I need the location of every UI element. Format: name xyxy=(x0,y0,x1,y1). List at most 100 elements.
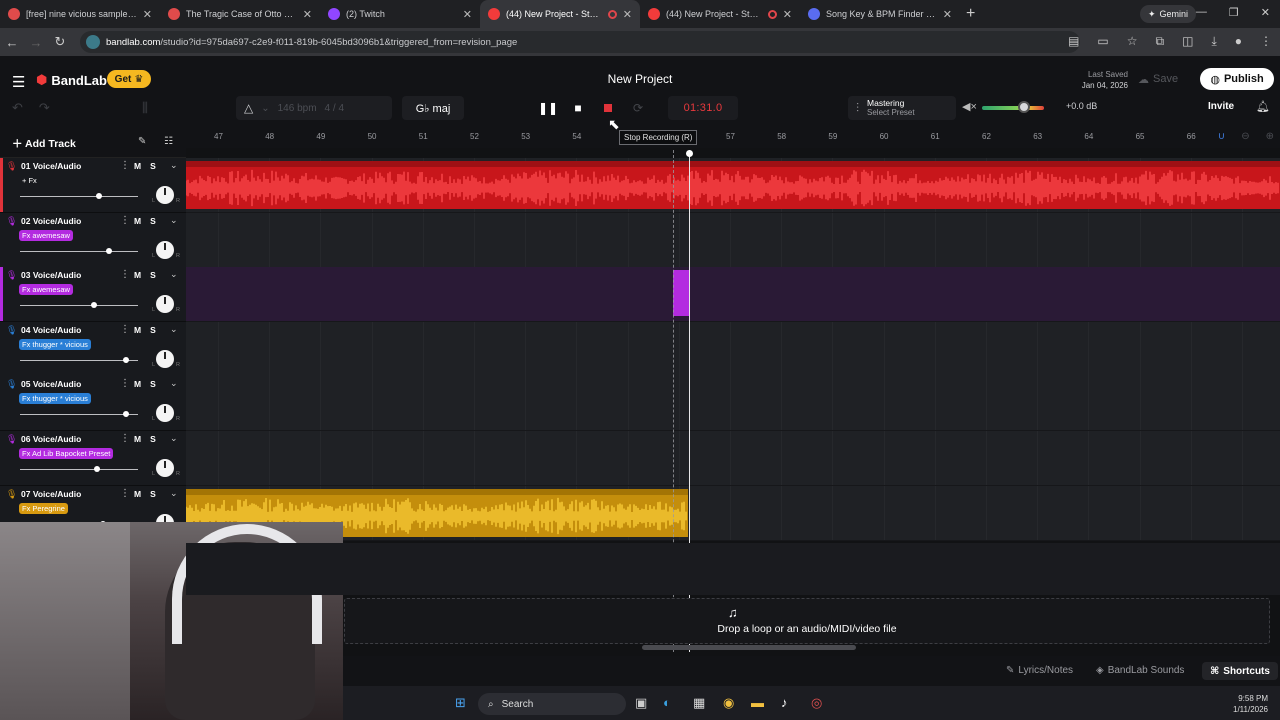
menu-icon[interactable]: ⋮ xyxy=(1260,34,1272,49)
save-button[interactable]: ☁ Save xyxy=(1138,70,1178,88)
chevron-down-icon[interactable]: ⌄ xyxy=(170,160,178,171)
track-options-icon[interactable]: ⋮ xyxy=(120,324,130,335)
grid-icon[interactable]: ⫼ xyxy=(142,100,148,116)
track-volume-slider[interactable] xyxy=(20,469,138,470)
snap-magnet-icon[interactable]: ∪ xyxy=(1218,131,1225,142)
timeline-ruler[interactable]: ∪ ⊖ ⊕ 4748495051525354555657585960616263… xyxy=(186,128,1280,148)
metronome-icon[interactable]: △ xyxy=(244,101,253,115)
recording-region[interactable] xyxy=(186,267,1280,321)
windows-start-icon[interactable]: ⊞ xyxy=(455,695,466,711)
fx-preset-badge[interactable]: Fx awemesaw xyxy=(19,230,73,241)
key-button[interactable]: G♭ maj xyxy=(402,96,464,120)
solo-button[interactable]: S xyxy=(150,325,156,335)
redo-icon[interactable]: ↷ xyxy=(39,100,50,116)
solo-button[interactable]: S xyxy=(150,489,156,499)
time-signature[interactable]: 4 / 4 xyxy=(325,103,344,114)
track-options-icon[interactable]: ⋮ xyxy=(120,433,130,444)
mute-button[interactable]: M xyxy=(134,216,141,226)
mute-button[interactable]: M xyxy=(134,325,141,335)
taskbar-search[interactable]: ⌕ Search xyxy=(478,693,626,715)
browser-tab[interactable]: (44) New Project - Studio ✕ xyxy=(480,0,640,28)
tab-close-icon[interactable]: ✕ xyxy=(463,8,472,21)
automation-icon[interactable]: ✎ xyxy=(138,136,146,147)
browser-tab[interactable]: (2) Twitch ✕ xyxy=(320,0,480,28)
track-volume-handle[interactable] xyxy=(123,411,130,417)
app-icon[interactable]: ◎ xyxy=(811,695,822,711)
add-track-button[interactable]: ＋ Add Track xyxy=(12,136,76,151)
track-volume-handle[interactable] xyxy=(105,248,112,254)
fx-preset-badge[interactable]: Fx thugger * vicious xyxy=(19,339,91,350)
browser-tab[interactable]: The Tragic Case of Otto Warmb ✕ xyxy=(160,0,320,28)
mute-button[interactable]: M xyxy=(134,270,141,280)
master-volume-handle[interactable] xyxy=(1018,101,1031,113)
microphone-icon[interactable]: 🎙︎ xyxy=(6,325,17,336)
metronome-dropdown-icon[interactable]: ⌄ xyxy=(261,103,269,114)
minimize-icon[interactable]: — xyxy=(1196,6,1207,19)
track-name[interactable]: 05 Voice/Audio xyxy=(21,379,81,389)
microphone-icon[interactable]: 🎙︎ xyxy=(6,489,17,500)
solo-button[interactable]: S xyxy=(150,379,156,389)
track-lane[interactable] xyxy=(186,431,1280,486)
store-icon[interactable]: ▦ xyxy=(693,695,705,711)
mixer-icon[interactable]: ☷ xyxy=(164,136,173,147)
track-options-icon[interactable]: ⋮ xyxy=(120,378,130,389)
reload-icon[interactable]: ↻ xyxy=(48,34,72,50)
track-header[interactable]: 🎙︎ 05 Voice/Audio ⋮ M S ⌄ Fx thugger * vicious… xyxy=(0,376,186,431)
sidebar-icon[interactable]: ◫ xyxy=(1182,34,1193,49)
mute-button[interactable]: M xyxy=(134,161,141,171)
cast-icon[interactable]: ▭ xyxy=(1097,34,1108,49)
chevron-down-icon[interactable]: ⌄ xyxy=(170,269,178,280)
project-title[interactable]: New Project xyxy=(540,72,740,86)
zoom-in-icon[interactable]: ⊕ xyxy=(1266,131,1274,142)
solo-button[interactable]: S xyxy=(150,216,156,226)
microphone-icon[interactable]: 🎙︎ xyxy=(6,270,17,281)
file-explorer-icon[interactable]: ▬ xyxy=(751,695,764,710)
track-volume-handle[interactable] xyxy=(93,466,100,472)
solo-button[interactable]: S xyxy=(150,161,156,171)
chevron-down-icon[interactable]: ⌄ xyxy=(170,324,178,335)
browser-tab[interactable]: Song Key & BPM Finder | Tuneb ✕ xyxy=(800,0,960,28)
bandlab-logo[interactable]: ⬢ BandLab xyxy=(36,72,107,88)
mute-button[interactable]: M xyxy=(134,489,141,499)
track-volume-handle[interactable] xyxy=(96,193,103,199)
track-name[interactable]: 02 Voice/Audio xyxy=(21,216,81,226)
bookmark-star-icon[interactable]: ☆ xyxy=(1127,34,1138,49)
fx-preset-badge[interactable]: Fx thugger * vicious xyxy=(19,393,91,404)
url-field[interactable]: bandlab.com/studio?id=975da697-c2e9-f011… xyxy=(80,31,1080,53)
track-volume-handle[interactable] xyxy=(91,302,98,308)
profile-icon[interactable]: ● xyxy=(1235,34,1242,49)
fx-preset-badge[interactable]: Fx awemesaw xyxy=(19,284,73,295)
track-volume-slider[interactable] xyxy=(20,360,138,361)
close-icon[interactable]: ✕ xyxy=(1261,6,1270,19)
track-volume-slider[interactable] xyxy=(20,414,138,415)
gemini-button[interactable]: ✦ Gemini xyxy=(1139,5,1196,23)
fx-preset-badge[interactable]: + Fx xyxy=(19,175,40,186)
chevron-down-icon[interactable]: ⌄ xyxy=(170,488,178,499)
publish-button[interactable]: ◍ Publish xyxy=(1200,68,1274,90)
back-icon[interactable]: ← xyxy=(0,35,24,50)
mute-button[interactable]: M xyxy=(134,379,141,389)
hamburger-menu-icon[interactable]: ☰ xyxy=(12,73,25,91)
edge-icon[interactable]: ◐ xyxy=(663,695,671,710)
track-header[interactable]: 🎙︎ 04 Voice/Audio ⋮ M S ⌄ Fx thugger * vicious… xyxy=(0,322,186,377)
microphone-icon[interactable]: 🎙︎ xyxy=(6,379,17,390)
tab-close-icon[interactable]: ✕ xyxy=(943,8,952,21)
recorded-segment[interactable] xyxy=(673,270,690,316)
new-tab-button[interactable]: + xyxy=(966,5,975,23)
track-options-icon[interactable]: ⋮ xyxy=(120,215,130,226)
extensions-icon[interactable]: ⧉ xyxy=(1156,34,1165,49)
track-lane[interactable] xyxy=(186,158,1280,213)
horizontal-scrollbar[interactable] xyxy=(642,645,856,650)
track-volume-slider[interactable] xyxy=(20,196,138,197)
track-volume-handle[interactable] xyxy=(123,357,130,363)
invite-button[interactable]: Invite xyxy=(1208,101,1234,112)
track-name[interactable]: 01 Voice/Audio xyxy=(21,161,81,171)
mute-button[interactable]: M xyxy=(134,434,141,444)
reader-icon[interactable]: ▤ xyxy=(1068,34,1079,49)
microphone-icon[interactable]: 🎙︎ xyxy=(6,216,17,227)
track-lane[interactable] xyxy=(186,267,1280,322)
tab-close-icon[interactable]: ✕ xyxy=(623,8,632,21)
track-name[interactable]: 07 Voice/Audio xyxy=(21,489,81,499)
audio-clip[interactable] xyxy=(186,161,1280,209)
fx-preset-badge[interactable]: Fx Peregrine xyxy=(19,503,68,514)
